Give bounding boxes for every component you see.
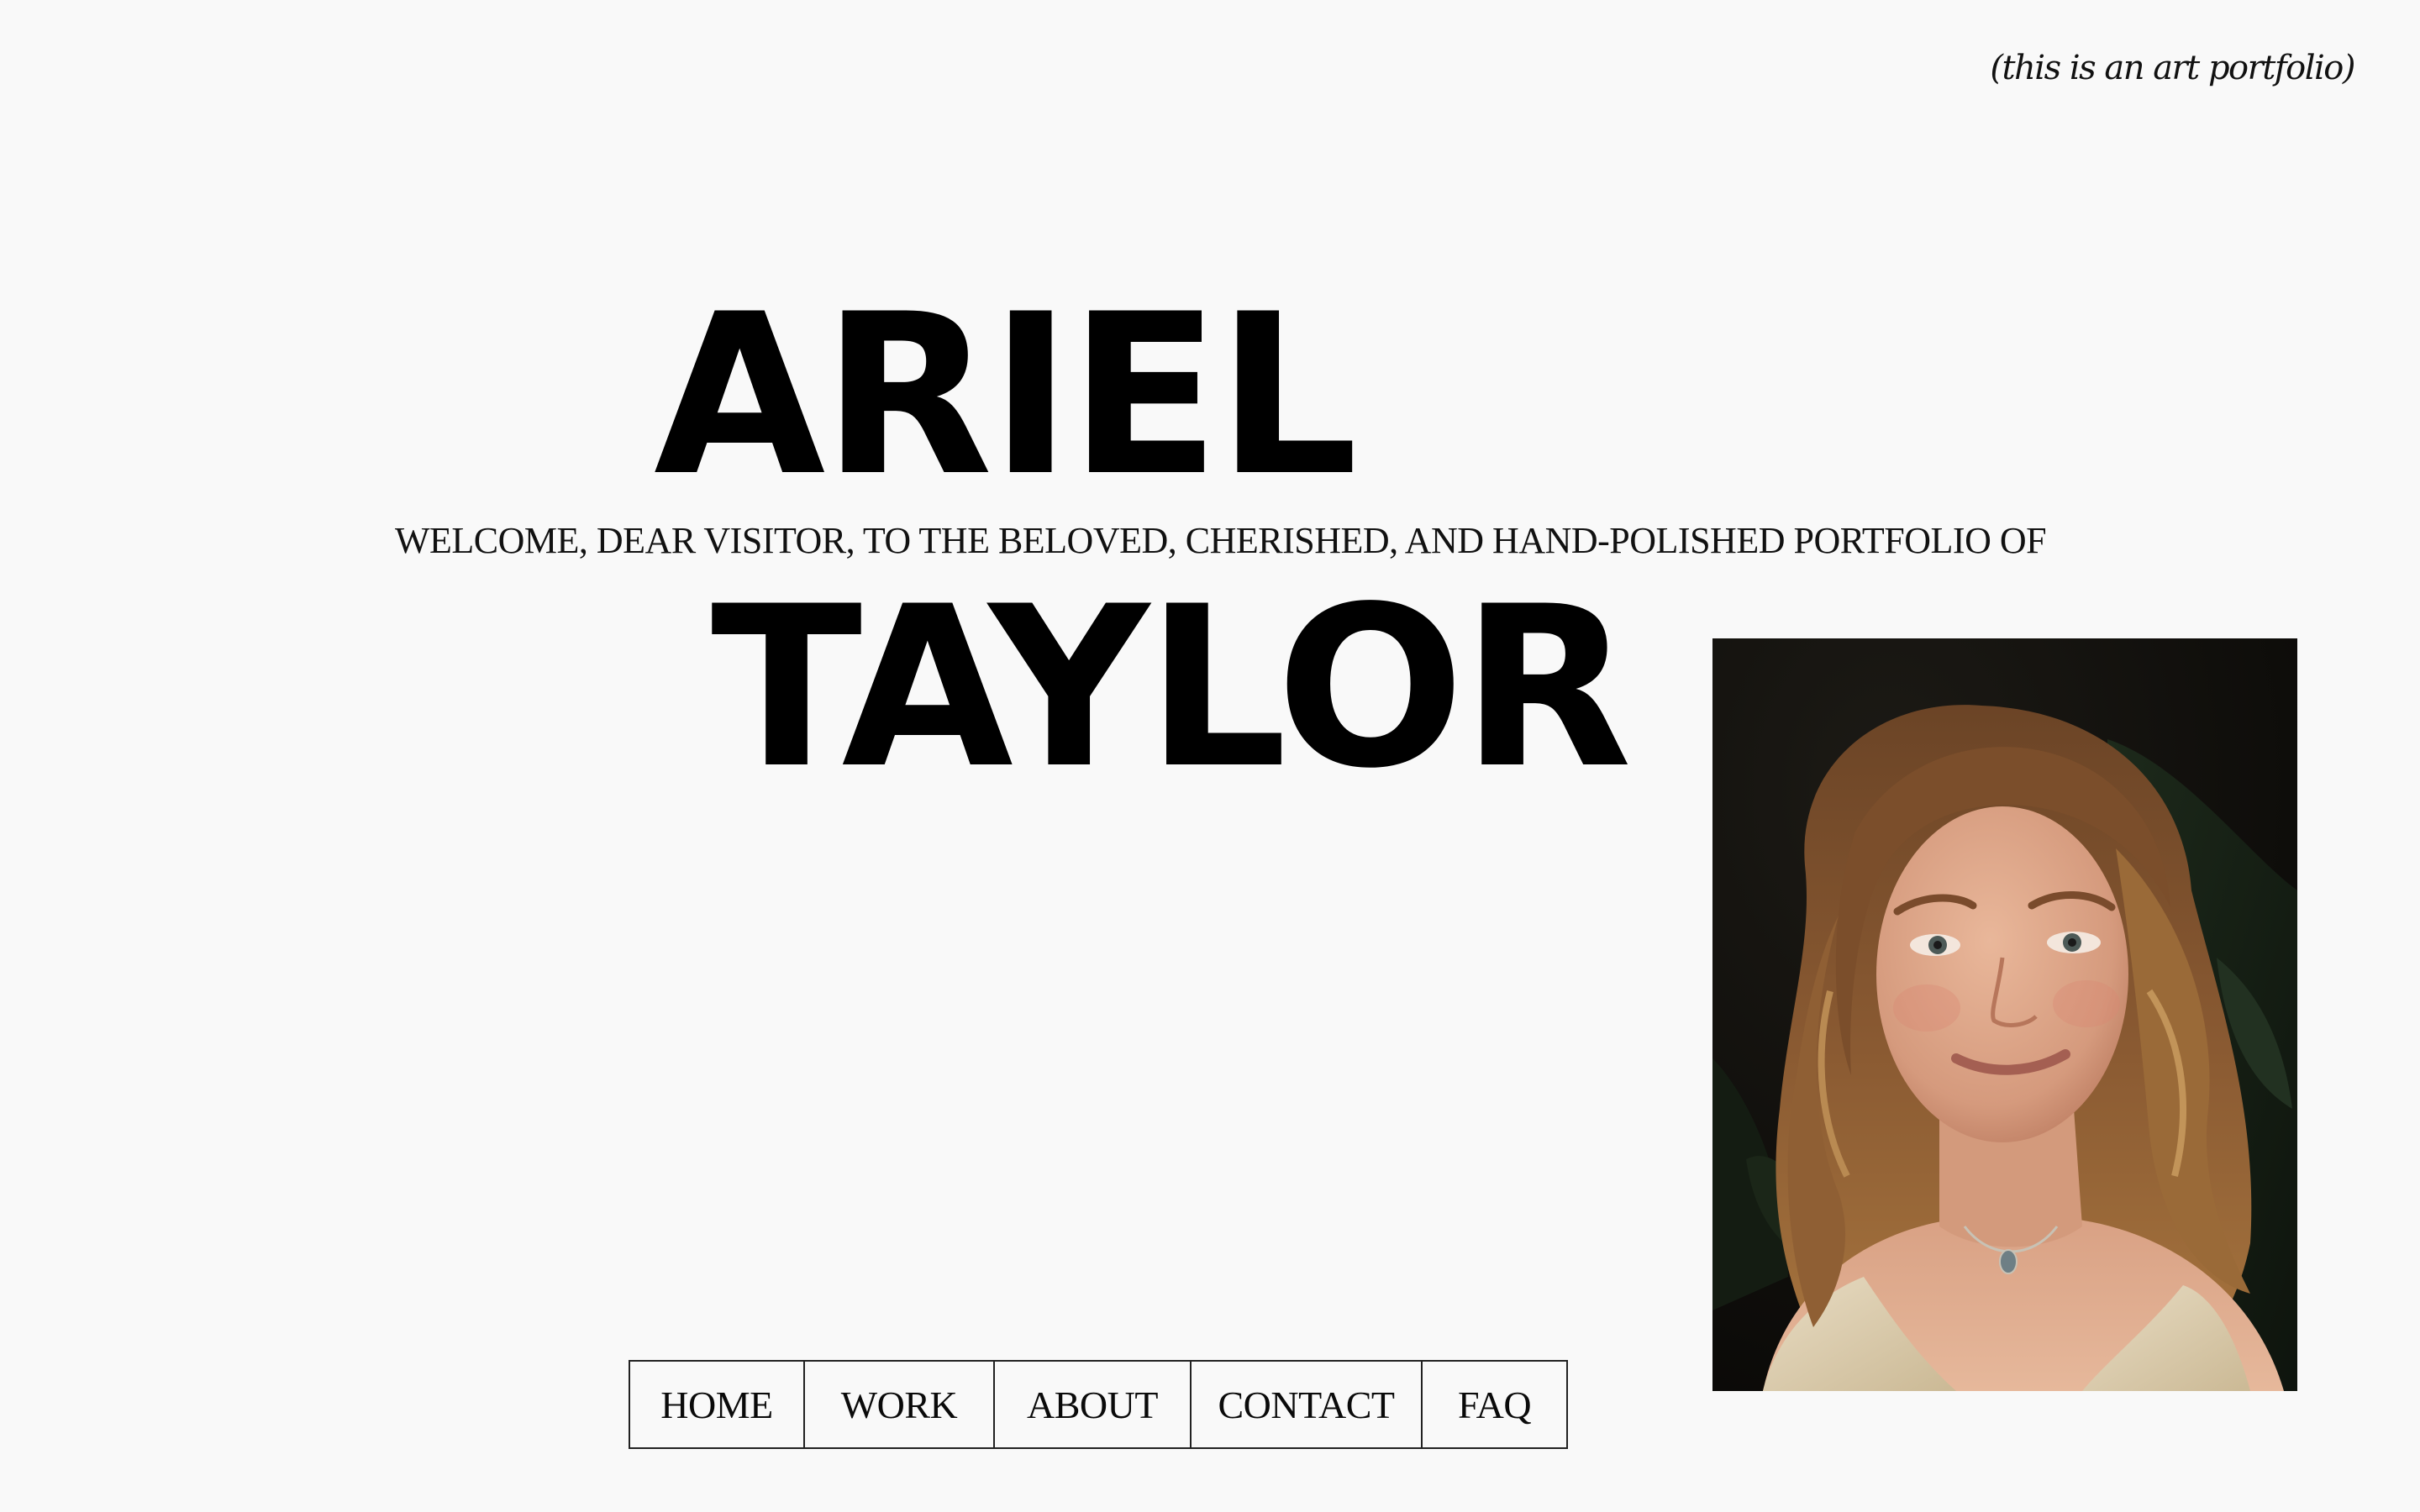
- nav-home-link[interactable]: HOME: [630, 1362, 805, 1447]
- nav-faq-link[interactable]: FAQ: [1423, 1362, 1566, 1447]
- nav-work-link[interactable]: WORK: [805, 1362, 995, 1447]
- first-name-heading: ARIEL: [654, 267, 1358, 525]
- nav-contact-link[interactable]: CONTACT: [1192, 1362, 1423, 1447]
- last-name-heading: TAYLOR: [711, 559, 1632, 817]
- portrait-illustration: [1712, 638, 2297, 1391]
- welcome-text: WELCOME, DEAR VISITOR, TO THE BELOVED, C…: [395, 520, 2047, 561]
- portrait-photo: [1712, 638, 2297, 1391]
- portfolio-tagline: (this is an art portfolio): [1990, 49, 2355, 87]
- nav-about-link[interactable]: ABOUT: [995, 1362, 1192, 1447]
- main-nav: HOME WORK ABOUT CONTACT FAQ: [629, 1360, 1568, 1449]
